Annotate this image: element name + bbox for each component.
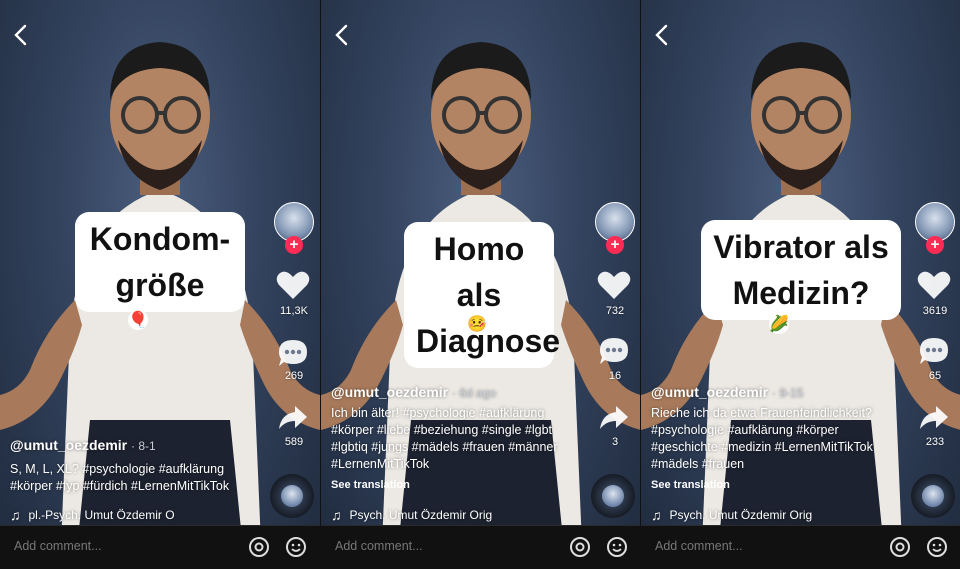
- author-handle[interactable]: @umut_oezdemir · 9-15: [651, 384, 803, 400]
- music-title: Psych. Umut Özdemir Orig: [669, 508, 813, 522]
- see-translation-link[interactable]: See translation: [331, 479, 410, 491]
- heart-icon[interactable]: [276, 270, 310, 300]
- comment-bubble-icon[interactable]: [918, 336, 950, 366]
- share-count: 589: [284, 436, 304, 448]
- author-handle[interactable]: @umut_oezdemir · 6d ago: [331, 384, 496, 400]
- video-text-card: Vibrator als Medizin?: [701, 220, 901, 320]
- disc-avatar: [281, 485, 303, 507]
- video-caption: Ich bin älter! #psychologie #aufklärung …: [331, 406, 558, 471]
- at-sign-icon[interactable]: [889, 536, 911, 558]
- video-text-card: Homo als Diagnose: [404, 222, 560, 368]
- card-line-1: Kondom-: [89, 221, 231, 257]
- music-title: pl.-Psych. Umut Özdemir O: [28, 508, 175, 522]
- video-panel[interactable]: Kondom- größe 🎈 + 11,3K 269 589 @umut_oe…: [0, 0, 320, 569]
- follow-plus-icon[interactable]: +: [285, 236, 303, 254]
- heart-icon[interactable]: [917, 270, 951, 300]
- follow-plus-icon[interactable]: +: [606, 236, 624, 254]
- share-arrow-icon[interactable]: [598, 404, 630, 432]
- share-arrow-icon[interactable]: [277, 404, 309, 432]
- music-track[interactable]: ♫ Psych. Umut Özdemir Orig: [651, 507, 812, 523]
- handle-text[interactable]: @umut_oezdemir: [651, 384, 768, 400]
- see-translation-link[interactable]: See translation: [651, 479, 730, 491]
- comment-bar: Add comment...: [0, 525, 320, 569]
- comment-bubble-icon[interactable]: [598, 336, 630, 366]
- handle-text[interactable]: @umut_oezdemir: [331, 384, 448, 400]
- music-note-icon: ♫: [10, 507, 21, 523]
- music-disc[interactable]: [911, 474, 955, 518]
- music-note-icon: ♫: [651, 507, 662, 523]
- comment-count: 269: [284, 370, 304, 382]
- share-arrow-icon[interactable]: [918, 404, 950, 432]
- like-count: 732: [605, 305, 625, 317]
- like-count: 3619: [922, 305, 948, 317]
- card-line-1: Vibrator als: [713, 229, 889, 265]
- video-caption: S, M, L, XL? #psychologie #aufklärung #k…: [10, 462, 230, 493]
- card-emoji: 🌽: [769, 314, 789, 334]
- chevron-left-icon[interactable]: [331, 22, 353, 48]
- emoji-smile-icon[interactable]: [285, 536, 307, 558]
- heart-icon[interactable]: [597, 270, 631, 300]
- disc-avatar: [602, 485, 624, 507]
- video-caption: Rieche ich da etwa Frauenfeindlichkeit? …: [651, 406, 873, 471]
- comment-bubble-icon[interactable]: [277, 338, 309, 368]
- comment-input[interactable]: Add comment...: [335, 539, 423, 553]
- comment-count: 65: [928, 370, 942, 382]
- comment-bar: Add comment...: [641, 525, 960, 569]
- music-note-icon: ♫: [331, 507, 342, 523]
- card-emoji: 🤒: [467, 314, 487, 334]
- follow-plus-icon[interactable]: +: [926, 236, 944, 254]
- at-sign-icon[interactable]: [569, 536, 591, 558]
- video-text-card: Kondom- größe: [75, 212, 245, 312]
- handle-text[interactable]: @umut_oezdemir: [10, 437, 127, 453]
- music-track[interactable]: ♫ Psych. Umut Özdemir Orig: [331, 507, 492, 523]
- music-track[interactable]: ♫ pl.-Psych. Umut Özdemir O: [10, 507, 175, 523]
- emoji-smile-icon[interactable]: [926, 536, 948, 558]
- chevron-left-icon[interactable]: [651, 22, 673, 48]
- emoji-smile-icon[interactable]: [606, 536, 628, 558]
- comment-bar: Add comment...: [321, 525, 640, 569]
- video-panel[interactable]: Homo als Diagnose 🤒 + 732 16 3 @umut_oez…: [320, 0, 640, 569]
- post-date: · 9-15: [772, 386, 804, 400]
- card-emoji: 🎈: [128, 310, 148, 330]
- video-panel[interactable]: Vibrator als Medizin? 🌽 + 3619 65 233 @u…: [640, 0, 960, 569]
- author-handle[interactable]: @umut_oezdemir · 8-1: [10, 437, 156, 453]
- chevron-left-icon[interactable]: [10, 22, 32, 48]
- card-line-1: Homo als: [433, 231, 525, 313]
- comment-input[interactable]: Add comment...: [14, 539, 102, 553]
- share-count: 3: [611, 436, 619, 448]
- at-sign-icon[interactable]: [248, 536, 270, 558]
- card-line-2: Medizin?: [732, 275, 870, 311]
- comment-input[interactable]: Add comment...: [655, 539, 743, 553]
- music-disc[interactable]: [591, 474, 635, 518]
- share-count: 233: [925, 436, 945, 448]
- post-date: · 6d ago: [452, 386, 497, 400]
- like-count: 11,3K: [280, 305, 308, 317]
- post-date: · 8-1: [131, 439, 156, 453]
- music-disc[interactable]: [270, 474, 314, 518]
- disc-avatar: [922, 485, 944, 507]
- music-title: Psych. Umut Özdemir Orig: [349, 508, 493, 522]
- card-line-2: größe: [115, 267, 205, 303]
- comment-count: 16: [608, 370, 622, 382]
